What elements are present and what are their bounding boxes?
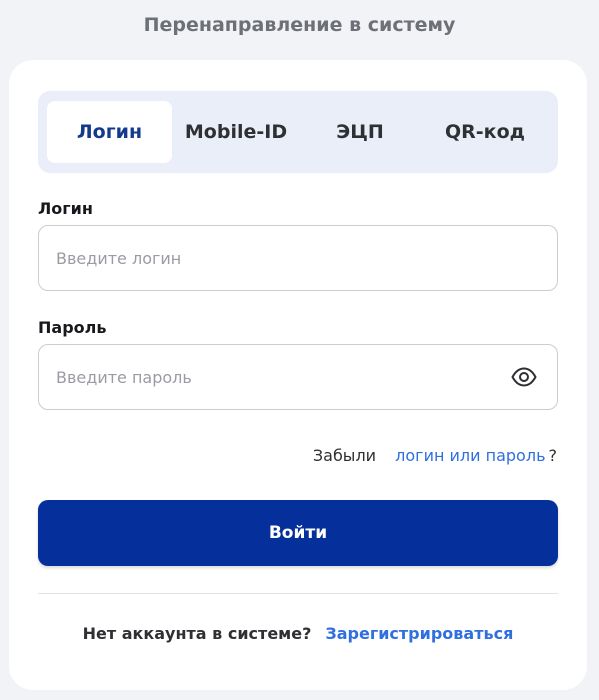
register-prompt: Нет аккаунта в системе? Зарегистрироватьс…: [9, 624, 587, 643]
login-input[interactable]: [56, 226, 496, 290]
submit-button[interactable]: Войти: [38, 500, 558, 566]
tab-qr-code[interactable]: QR-код: [422, 101, 548, 163]
forgot-credentials: Забыли логин или пароль?: [313, 446, 557, 465]
tab-ecp[interactable]: ЭЦП: [300, 101, 420, 163]
page-title: Перенаправление в систему: [143, 14, 456, 36]
login-label: Логин: [38, 199, 93, 218]
password-input[interactable]: [56, 345, 496, 409]
tab-login-label: Логин: [76, 121, 143, 143]
no-account-text: Нет аккаунта в системе?: [82, 624, 312, 643]
forgot-prefix: Забыли: [312, 446, 377, 465]
login-field: [38, 225, 558, 291]
tab-mobile-id[interactable]: Mobile-ID: [174, 101, 298, 163]
eye-icon[interactable]: [511, 367, 537, 387]
tab-ecp-label: ЭЦП: [336, 121, 384, 143]
password-field: [38, 344, 558, 410]
register-link[interactable]: Зарегистрироваться: [325, 624, 513, 643]
forgot-suffix: ?: [548, 446, 558, 465]
tab-login[interactable]: Логин: [47, 101, 172, 163]
divider: [38, 593, 558, 594]
login-card: Логин Mobile-ID ЭЦП QR-код Логин Пароль …: [9, 60, 587, 690]
auth-method-tabs: Логин Mobile-ID ЭЦП QR-код: [38, 91, 558, 173]
tab-mobile-id-label: Mobile-ID: [184, 121, 288, 143]
password-label: Пароль: [38, 318, 107, 337]
tab-qr-code-label: QR-код: [445, 121, 525, 143]
forgot-credentials-link[interactable]: логин или пароль: [395, 446, 545, 465]
